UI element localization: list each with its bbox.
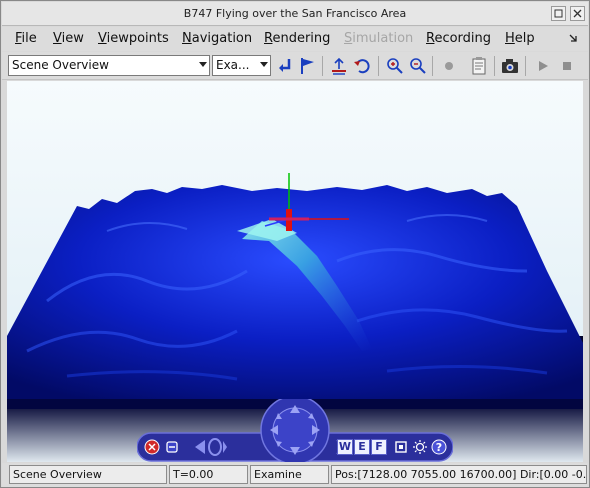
toolbar-separator xyxy=(525,56,526,76)
undo-move-icon[interactable] xyxy=(352,56,372,76)
menu-simulation[interactable]: Simulation xyxy=(344,31,413,46)
headlight-button[interactable] xyxy=(410,437,430,457)
collapse-icon xyxy=(166,441,178,453)
menu-view[interactable]: View xyxy=(53,31,84,46)
mode-select[interactable]: Exa... xyxy=(212,55,271,76)
toolbar-separator xyxy=(378,56,379,76)
minimize-button[interactable] xyxy=(551,6,566,21)
close-button[interactable] xyxy=(570,6,585,21)
play-icon[interactable] xyxy=(533,56,553,76)
menu-navigation[interactable]: Navigation xyxy=(182,31,252,46)
svg-text:?: ? xyxy=(436,441,442,454)
examine-button[interactable]: E xyxy=(354,439,370,455)
close-panel-button[interactable] xyxy=(142,437,162,457)
left-arrows-icon xyxy=(195,438,227,456)
help-button[interactable]: ? xyxy=(429,437,449,457)
viewpoint-select-value: Scene Overview xyxy=(12,58,109,72)
straighten-icon[interactable] xyxy=(329,56,349,76)
status-time: T=0.00 xyxy=(169,465,248,484)
toolbar-separator xyxy=(432,56,433,76)
menu-recording[interactable]: Recording xyxy=(426,31,491,46)
return-viewpoint-icon[interactable] xyxy=(275,56,295,76)
status-mode: Examine xyxy=(250,465,329,484)
chevron-down-icon xyxy=(260,62,268,67)
mode-select-value: Exa... xyxy=(216,58,250,72)
menu-bar: File View Viewpoints Navigation Renderin… xyxy=(2,27,588,51)
toolbar-separator xyxy=(322,56,323,76)
window-title: B747 Flying over the San Francisco Area xyxy=(183,7,407,20)
menu-file-label: ile xyxy=(21,31,37,46)
status-viewpoint: Scene Overview xyxy=(9,465,167,484)
flag-icon[interactable] xyxy=(298,56,318,76)
camera-icon[interactable] xyxy=(500,56,520,76)
viewpoint-select[interactable]: Scene Overview xyxy=(8,55,210,76)
close-icon xyxy=(573,9,582,18)
zoom-out-icon[interactable] xyxy=(408,56,428,76)
walk-button[interactable]: W xyxy=(337,439,353,455)
menu-viewpoints[interactable]: Viewpoints xyxy=(98,31,169,46)
record-icon[interactable] xyxy=(439,56,459,76)
menu-rendering[interactable]: Rendering xyxy=(264,31,330,46)
zoom-in-icon[interactable] xyxy=(385,56,405,76)
sun-icon xyxy=(413,440,427,454)
3d-viewport[interactable]: W E F ? xyxy=(7,81,583,462)
application-window: B747 Flying over the San Francisco Area … xyxy=(0,0,590,488)
stop-icon[interactable] xyxy=(557,56,577,76)
toolbar-separator xyxy=(494,56,495,76)
fit-view-button[interactable] xyxy=(391,437,411,457)
chevron-down-icon xyxy=(199,62,207,67)
slide-left-control[interactable] xyxy=(185,437,235,457)
status-position: Pos:[7128.00 7055.00 16700.00] Dir:[0.00… xyxy=(331,465,587,484)
collapse-panel-button[interactable] xyxy=(162,437,182,457)
close-icon xyxy=(144,439,160,455)
menu-pin-icon[interactable] xyxy=(568,31,580,48)
script-console-icon[interactable] xyxy=(469,56,489,76)
navigation-panel: W E F ? xyxy=(136,395,454,462)
fly-button[interactable]: F xyxy=(371,439,387,455)
title-bar[interactable]: B747 Flying over the San Francisco Area xyxy=(2,2,588,26)
menu-help[interactable]: Help xyxy=(505,31,535,46)
help-icon: ? xyxy=(431,439,447,455)
minimize-icon xyxy=(554,9,563,18)
menu-file[interactable]: File xyxy=(15,31,37,46)
status-bar: Scene Overview T=0.00 Examine Pos:[7128.… xyxy=(2,463,588,487)
fit-view-icon xyxy=(395,441,407,453)
toolbar: Scene Overview Exa... xyxy=(2,52,588,80)
